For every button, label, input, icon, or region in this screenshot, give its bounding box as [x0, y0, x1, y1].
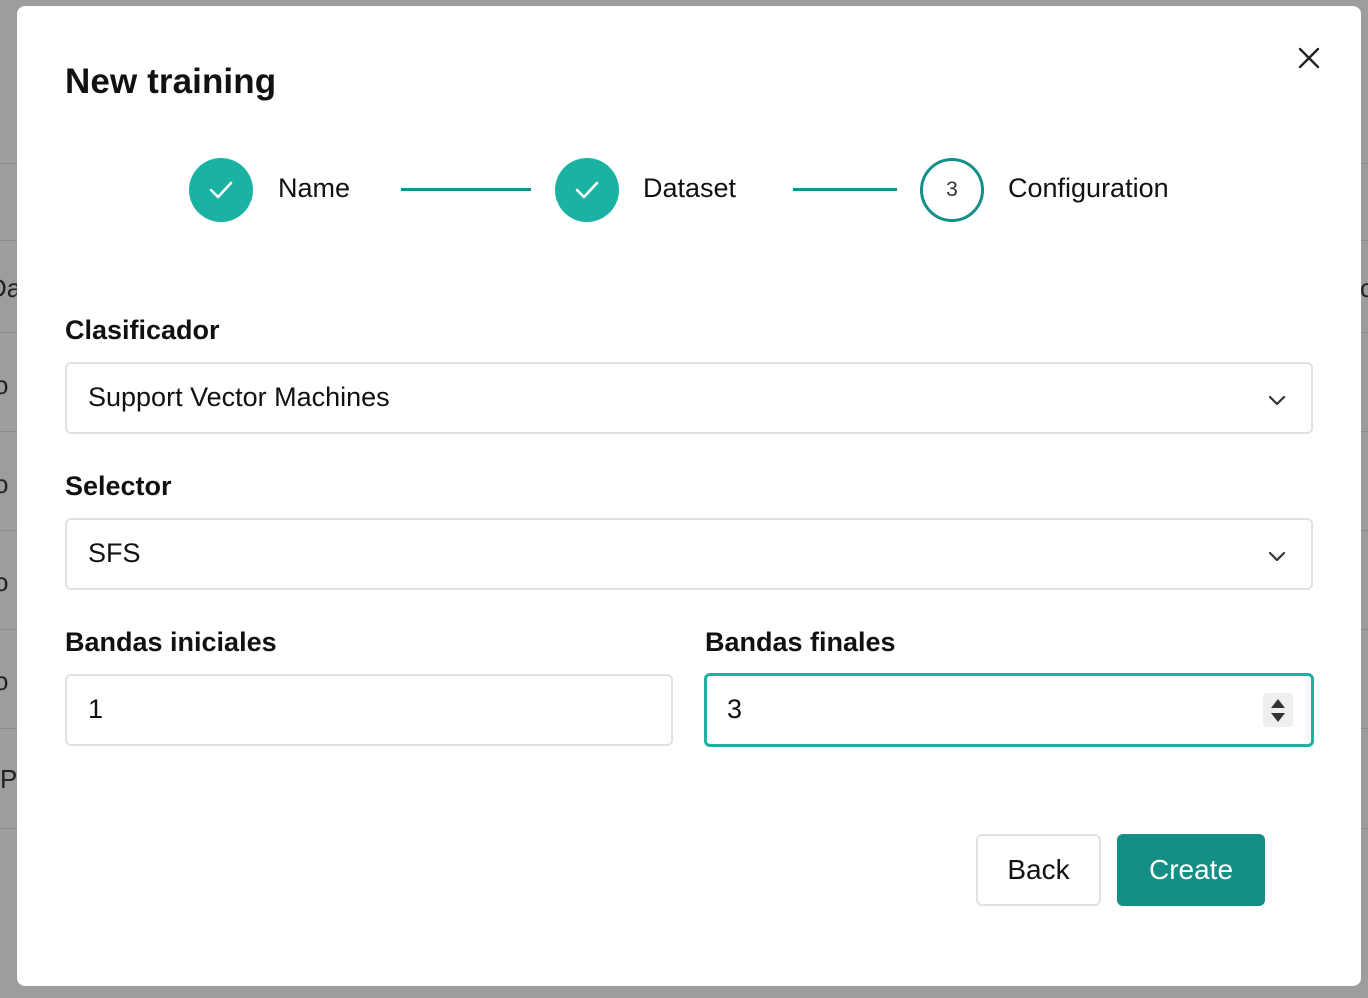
step-3-label: Configuration: [1008, 173, 1169, 203]
initial-bands-label: Bandas iniciales: [65, 627, 277, 657]
close-button[interactable]: [1293, 42, 1325, 74]
step-2-indicator: [555, 158, 619, 222]
step-1-indicator: [189, 158, 253, 222]
initial-bands-input[interactable]: 1: [65, 674, 673, 746]
classifier-select[interactable]: Support Vector Machines: [65, 362, 1313, 434]
bg-cell-text: o: [0, 567, 9, 597]
classifier-label: Clasificador: [65, 315, 220, 345]
final-bands-value: 3: [727, 694, 743, 724]
step-1-label: Name: [278, 173, 351, 203]
final-bands-input[interactable]: 3: [704, 673, 1314, 747]
new-training-dialog: New training Name Dataset 3 Configuratio…: [17, 6, 1361, 986]
check-icon: [209, 181, 233, 199]
bg-cell-text: o: [0, 666, 9, 696]
step-3-indicator: 3: [920, 158, 984, 222]
step-2-label: Dataset: [643, 173, 737, 203]
bg-cell-text: c: [1360, 273, 1368, 303]
selector-value: SFS: [88, 538, 141, 568]
number-stepper[interactable]: [1263, 693, 1293, 727]
classifier-value: Support Vector Machines: [88, 382, 390, 412]
back-button[interactable]: Back: [976, 834, 1101, 906]
bg-cell-text: o: [0, 469, 9, 499]
initial-bands-value: 1: [88, 694, 104, 724]
selector-select[interactable]: SFS: [65, 518, 1313, 590]
step-3-number: 3: [946, 178, 958, 201]
selector-label: Selector: [65, 471, 172, 501]
step-connector: [401, 188, 531, 191]
final-bands-label: Bandas finales: [705, 627, 896, 657]
decrement-arrow-icon[interactable]: [1271, 713, 1285, 722]
dialog-title: New training: [65, 62, 277, 101]
bg-cell-text: o: [0, 370, 9, 400]
chevron-down-icon: [1268, 551, 1286, 562]
create-button[interactable]: Create: [1117, 834, 1265, 906]
increment-arrow-icon[interactable]: [1271, 699, 1285, 708]
step-connector: [793, 188, 897, 191]
bg-cell-text: P: [0, 764, 18, 794]
close-icon: [1298, 47, 1320, 69]
chevron-down-icon: [1268, 395, 1286, 406]
check-icon: [575, 181, 599, 199]
